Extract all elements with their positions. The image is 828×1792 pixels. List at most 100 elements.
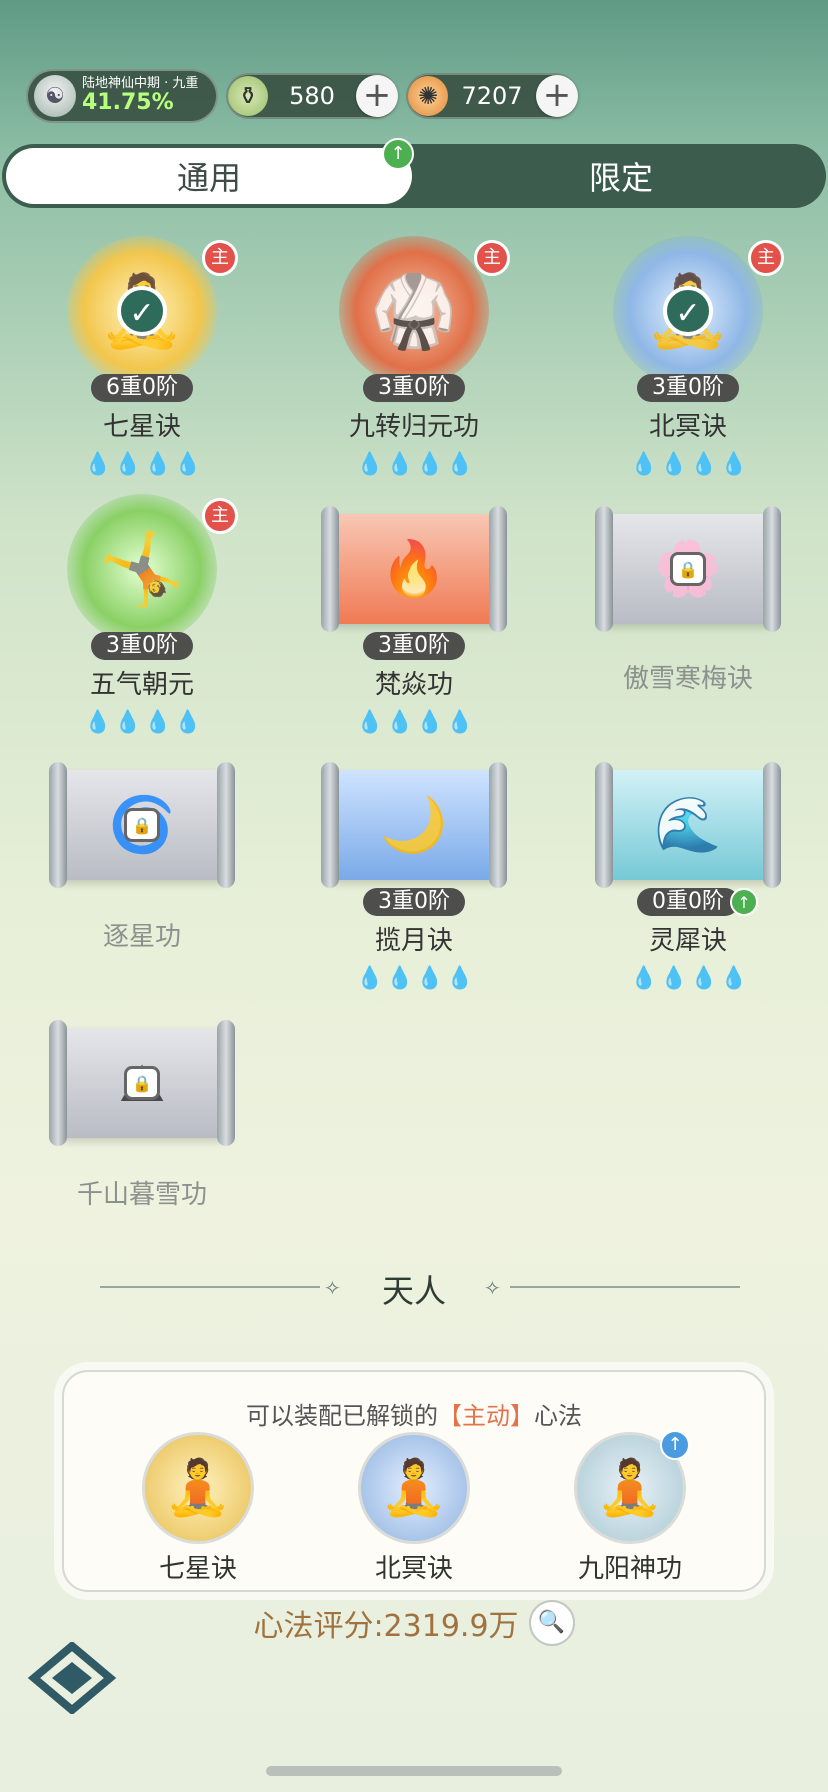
qixing-slot-icon: 🧘 (142, 1432, 254, 1544)
skill-name: 九转归元功 (348, 412, 479, 442)
skill-stars: 💧 💧 💧 💧 (304, 964, 524, 994)
equip-slot-3[interactable]: 🧘 ↑ 九阳神功 (574, 1430, 690, 1585)
currency-spirit: ✺ 7207 + (406, 73, 578, 119)
upgrade-arrow-icon: ↑ (730, 888, 758, 916)
skill-level: 3重0阶 (363, 374, 465, 402)
tab-limited[interactable]: 限定 (418, 148, 824, 204)
slot-name: 七星诀 (158, 1554, 237, 1584)
cultivator-avatar-icon: ☯ (34, 75, 76, 117)
skill-card-qianshan[interactable]: ⛰🔒 千山暮雪功 (32, 1000, 252, 1258)
skill-level: 3重0阶 (91, 632, 193, 660)
skill-card-zhuxing[interactable]: 🌀🔒 逐星功 (32, 742, 252, 1000)
skill-card-fanyan[interactable]: 🔥 3重0阶 梵焱功 💧 💧 💧 💧 (304, 486, 524, 744)
drop-icon: 💧 (720, 452, 748, 477)
moon-scroll-icon: 🌙 (321, 762, 507, 888)
drop-icon: 💧 (630, 452, 658, 477)
add-jade-button[interactable]: + (356, 75, 398, 117)
upgrade-arrow-icon: ↑ (660, 1430, 690, 1460)
tab-general[interactable]: 通用 (6, 148, 412, 204)
main-badge: 主 (202, 240, 238, 276)
lock-icon: 🔒 (124, 808, 160, 842)
wuqi-orb-icon: 🤸 (67, 494, 217, 644)
top-status-bar: ☯ 陆地神仙中期 · 九重 41.75% ⚱ 580 + ✺ 7207 + (26, 68, 578, 124)
hint-text: 心法 (534, 1402, 582, 1430)
drop-icon: 💧 (386, 710, 414, 735)
jiuzhuan-orb-icon: 🥋 (339, 236, 489, 386)
equip-slot-1[interactable]: 🧘 七星诀 (142, 1432, 254, 1585)
tab-bar: 通用 ↑ 限定 (2, 138, 826, 208)
main-badge: 主 (474, 240, 510, 276)
skill-card-lanyue[interactable]: 🌙 3重0阶 揽月诀 💧 💧 💧 💧 (304, 742, 524, 1000)
skill-name: 千山暮雪功 (76, 1180, 207, 1210)
equip-slot-2[interactable]: 🧘 北冥诀 (358, 1432, 470, 1585)
score-text: 心法评分:2319.9万 (253, 1609, 519, 1644)
skill-card-aoxue[interactable]: 🌸🔒 傲雪寒梅诀 (578, 486, 798, 744)
drop-icon: 💧 (174, 710, 202, 735)
skill-stars: 💧 💧 💧 💧 (304, 450, 524, 480)
drop-icon: 💧 (144, 710, 172, 735)
drop-icon: 💧 (660, 452, 688, 477)
skill-stars: 💧 💧 💧 💧 (32, 708, 252, 738)
mountain-scroll-icon: ⛰🔒 (49, 1020, 235, 1146)
skill-level: 3重0阶 (363, 632, 465, 660)
drop-icon: 💧 (114, 710, 142, 735)
qixing-orb-icon: 🧘✓ (67, 236, 217, 386)
menu-logo-icon[interactable] (26, 1642, 118, 1714)
equip-hint: 可以装配已解锁的【主动】心法 (64, 1396, 764, 1431)
slot-name: 北冥诀 (374, 1554, 453, 1584)
equipped-check-icon: ✓ (663, 286, 713, 336)
lock-icon: 🔒 (670, 552, 706, 586)
skill-card-wuqi[interactable]: 🤸 主 3重0阶 五气朝元 💧 💧 💧 💧 (32, 486, 252, 744)
drop-icon: 💧 (416, 710, 444, 735)
drop-icon: 💧 (690, 452, 718, 477)
drop-icon: 💧 (386, 966, 414, 991)
main-badge: 主 (748, 240, 784, 276)
skill-name: 五气朝元 (89, 670, 194, 700)
beiming-orb-icon: 🧘✓ (613, 236, 763, 386)
equipped-check-icon: ✓ (117, 286, 167, 336)
drop-icon: 💧 (356, 452, 384, 477)
diamond-icon: ✧ (484, 1276, 501, 1300)
skill-stars: 💧 💧 💧 💧 (32, 450, 252, 480)
hint-active-label: 【主动】 (438, 1402, 534, 1430)
skill-card-jiuzhuan[interactable]: 🥋 主 3重0阶 九转归元功 💧 💧 💧 💧 (304, 228, 524, 486)
skill-card-qixing[interactable]: 🧘✓ 主 6重0阶 七星诀 💧💧💧💧 (32, 228, 252, 486)
skill-score: 心法评分:2319.9万 🔍 (0, 1600, 828, 1646)
jade-amount: 580 (289, 82, 335, 110)
diamond-icon: ✧ (324, 1276, 341, 1300)
home-indicator[interactable] (266, 1766, 562, 1776)
search-icon[interactable]: 🔍 (528, 1600, 575, 1646)
divider-line (100, 1286, 320, 1288)
realm-title: 陆地神仙中期 · 九重 (82, 75, 199, 91)
skill-name: 梵焱功 (374, 670, 453, 700)
spirit-orb-icon: ✺ (408, 76, 448, 116)
skill-card-beiming[interactable]: 🧘✓ 主 3重0阶 北冥诀 💧💧💧💧 (578, 228, 798, 486)
drop-icon: 💧 (446, 966, 474, 991)
skill-card-lingxi[interactable]: 🌊 0重0阶 ↑ 灵犀诀 💧 💧 💧 💧 (578, 742, 798, 1000)
lock-icon: 🔒 (124, 1066, 160, 1100)
drop-icon: 💧 (84, 452, 112, 477)
skill-stars: 💧 💧 💧 💧 (304, 708, 524, 738)
realm-progress: 41.75% (82, 90, 174, 116)
drop-icon: 💧 (386, 452, 414, 477)
fire-scroll-icon: 🔥 (321, 506, 507, 632)
plum-scroll-icon: 🌸🔒 (595, 506, 781, 632)
skill-stars: 💧 💧 💧 💧 (578, 450, 798, 480)
drop-icon: 💧 (720, 966, 748, 991)
drop-icon: 💧 (630, 966, 658, 991)
realm-badge[interactable]: ☯ 陆地神仙中期 · 九重 41.75% (26, 69, 218, 123)
drop-icon: 💧 (660, 966, 688, 991)
spirit-amount: 7207 (461, 82, 523, 110)
skill-stars: 💧 💧 💧 💧 (578, 964, 798, 994)
jade-gourd-icon: ⚱ (228, 76, 268, 116)
drop-icon: 💧 (446, 452, 474, 477)
slot-name: 九阳神功 (577, 1554, 682, 1584)
skill-name: 揽月诀 (374, 926, 453, 956)
equip-panel: 可以装配已解锁的【主动】心法 🧘 七星诀 🧘 北冥诀 🧘 ↑ 九阳神功 (62, 1370, 766, 1592)
drop-icon: 💧 (84, 710, 112, 735)
skill-name: 傲雪寒梅诀 (622, 664, 753, 694)
drop-icon: 💧 (356, 710, 384, 735)
wave-scroll-icon: 🌊 (595, 762, 781, 888)
add-spirit-button[interactable]: + (536, 75, 578, 117)
beiming-slot-icon: 🧘 (358, 1432, 470, 1544)
